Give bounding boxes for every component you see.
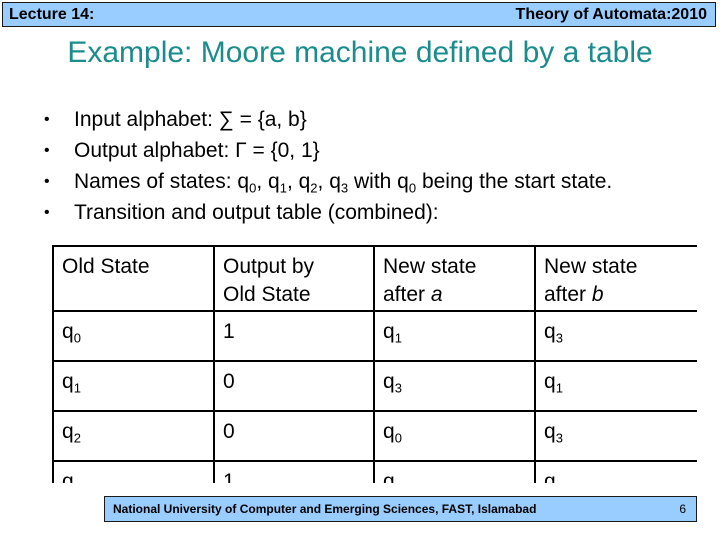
cell-old-state: q2 xyxy=(52,410,215,462)
text-part: Names of states: q xyxy=(74,170,250,193)
bullet-icon: • xyxy=(44,111,50,128)
bullet-icon: • xyxy=(44,204,50,221)
cell-output: 0 xyxy=(213,410,375,462)
bullet-list: • Input alphabet: ∑ = {a, b} • Output al… xyxy=(44,104,612,228)
cell-after-b: q1 xyxy=(534,360,697,412)
cell-after-b: q3 xyxy=(534,410,697,462)
bullet-text: Input alphabet: ∑ = {a, b} xyxy=(74,108,307,131)
header-bar: Lecture 14: Theory of Automata:2010 xyxy=(2,2,716,27)
cell-after-b: q2 xyxy=(534,460,697,483)
bullet-icon: • xyxy=(44,173,50,190)
text-part: , q xyxy=(317,170,341,193)
text-part: , q xyxy=(286,170,311,193)
header-output: Output by Old State xyxy=(213,245,375,312)
table-row: q2 0 q0 q3 xyxy=(52,410,697,462)
cell-output: 1 xyxy=(213,460,375,483)
text-part: with q xyxy=(348,170,409,193)
header-old-state: Old State xyxy=(52,245,215,312)
lecture-label: Lecture 14: xyxy=(9,6,95,23)
bullet-output-alphabet: • Output alphabet: Γ = {0, 1} xyxy=(44,135,612,166)
footer-bar: National University of Computer and Emer… xyxy=(104,496,697,522)
cell-after-a: q0 xyxy=(373,410,536,462)
cell-old-state: q0 xyxy=(52,310,215,362)
bullet-input-alphabet: • Input alphabet: ∑ = {a, b} xyxy=(44,104,612,135)
cell-old-state: q1 xyxy=(52,360,215,412)
moore-table: Old State Output by Old State New state af… xyxy=(52,245,697,483)
subscript: 1 xyxy=(279,180,287,196)
header-after-a: New state after a xyxy=(373,245,536,312)
text-part: , q xyxy=(256,170,280,193)
table-header-row: Old State Output by Old State New state af… xyxy=(52,245,697,312)
bullet-icon: • xyxy=(44,142,50,159)
cell-after-a: q1 xyxy=(373,310,536,362)
table-row: q0 1 q1 q3 xyxy=(52,310,697,362)
bullet-state-names: • Names of states: q0, q1, q2, q3 with q… xyxy=(44,166,612,197)
cell-output: 1 xyxy=(213,310,375,362)
bullet-text: Transition and output table (combined): xyxy=(74,201,439,224)
moore-table-container: Old State Output by Old State New state af… xyxy=(52,245,697,483)
institution-name: National University of Computer and Emer… xyxy=(113,502,537,516)
subscript: 2 xyxy=(310,180,318,196)
table-row: q1 0 q3 q1 xyxy=(52,360,697,412)
cell-after-b: q3 xyxy=(534,310,697,362)
cell-output: 0 xyxy=(213,360,375,412)
course-label: Theory of Automata:2010 xyxy=(515,6,707,23)
bullet-text: Output alphabet: Γ = {0, 1} xyxy=(74,139,320,162)
cell-old-state: q3 xyxy=(52,460,215,483)
bullet-table-intro: • Transition and output table (combined)… xyxy=(44,197,612,228)
cell-after-a: q3 xyxy=(373,360,536,412)
header-after-b: New state after b xyxy=(534,245,697,312)
text-part: being the start state. xyxy=(416,170,613,193)
bullet-text: Names of states: q0, q1, q2, q3 with q0 … xyxy=(74,170,613,196)
slide-title: Example: Moore machine defined by a tabl… xyxy=(67,36,653,69)
cell-after-a: q1 xyxy=(373,460,536,483)
page-number: 6 xyxy=(679,502,686,516)
table-row: q3 1 q1 q2 xyxy=(52,460,697,483)
